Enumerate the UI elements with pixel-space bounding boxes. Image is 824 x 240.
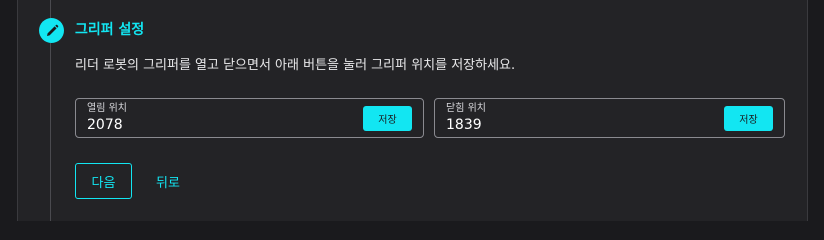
step-title: 그리퍼 설정 bbox=[75, 22, 145, 38]
open-position-label: 열림 위치 bbox=[87, 103, 127, 114]
close-position-input[interactable] bbox=[446, 117, 686, 133]
next-button[interactable]: 다음 bbox=[75, 163, 132, 199]
save-open-position-button[interactable]: 저장 bbox=[363, 106, 412, 131]
save-close-position-button[interactable]: 저장 bbox=[724, 106, 773, 131]
close-position-label: 닫힘 위치 bbox=[446, 103, 486, 114]
back-button[interactable]: 뒤로 bbox=[147, 163, 189, 199]
pencil-icon-glyph bbox=[46, 24, 58, 36]
open-position-field: 열림 위치 저장 bbox=[75, 98, 424, 138]
close-position-field: 닫힘 위치 저장 bbox=[434, 98, 785, 138]
open-position-input[interactable] bbox=[87, 117, 327, 133]
step-instructions: 리더 로봇의 그리퍼를 열고 닫으면서 아래 버튼을 눌러 그리퍼 위치를 저장… bbox=[75, 58, 516, 73]
pencil-icon bbox=[39, 18, 64, 43]
